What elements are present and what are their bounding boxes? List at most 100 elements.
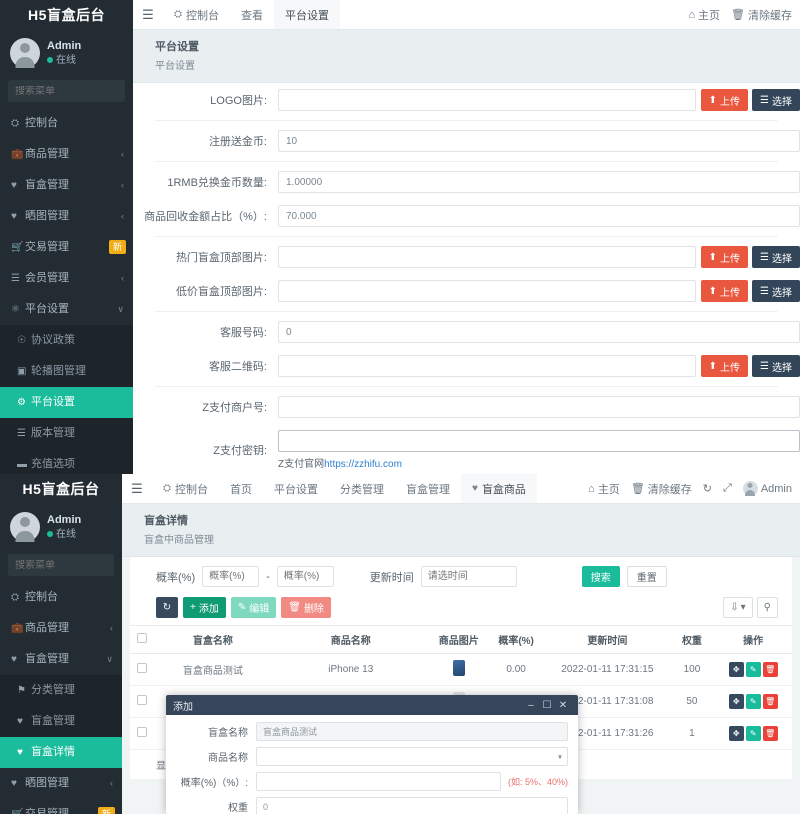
tab-平台设置[interactable]: 平台设置 <box>263 474 329 503</box>
topbar-action-fullscreen-icon[interactable]: ⤢ <box>723 482 732 495</box>
select-all-checkbox[interactable] <box>137 633 147 643</box>
hamburger-icon[interactable]: ☰ <box>133 0 163 29</box>
user-profile[interactable]: Admin 在线 <box>0 504 122 552</box>
topbar-action-清除缓存[interactable]: 🗑清除缓存 <box>731 7 792 23</box>
sidebar-item-晒图管理[interactable]: ♥晒图管理‹ <box>0 768 122 799</box>
topbar-action-主页[interactable]: ⌂主页 <box>588 481 620 497</box>
input-1RMB兑换金币数量[interactable] <box>278 171 800 193</box>
tab-分类管理[interactable]: 分类管理 <box>329 474 395 503</box>
close-icon[interactable]: ✕ <box>555 700 571 711</box>
row-checkbox-cell[interactable] <box>130 654 155 686</box>
move-button[interactable]: ✥ <box>729 662 744 677</box>
hamburger-icon[interactable]: ☰ <box>122 474 152 503</box>
hint-link[interactable]: https://zzhifu.com <box>324 459 402 470</box>
search-button[interactable]: 搜索 <box>582 566 620 587</box>
move-button[interactable]: ✥ <box>729 694 744 709</box>
sidebar-item-轮播图管理[interactable]: ▣轮播图管理 <box>0 356 133 387</box>
edit-button[interactable]: ✎ <box>746 694 761 709</box>
tab-控制台[interactable]: ⛭控制台 <box>152 474 219 503</box>
column-search-button[interactable]: ⚲ <box>757 597 778 618</box>
topbar-action-清除缓存[interactable]: 🗑清除缓存 <box>631 481 692 497</box>
export-button[interactable]: ⇩▾ <box>723 597 752 618</box>
input-Z支付密钥[interactable] <box>278 430 800 452</box>
upload-button[interactable]: ⬆上传 <box>701 355 748 377</box>
input-LOGO图片[interactable] <box>278 89 696 111</box>
row-checkbox[interactable] <box>137 663 147 673</box>
delete-button[interactable]: 🗑 <box>763 694 778 709</box>
sidebar-item-盲盒管理[interactable]: ♥盲盒管理 <box>0 706 122 737</box>
delete-button[interactable]: 🗑 <box>763 662 778 677</box>
tab-控制台[interactable]: ⛭控制台 <box>163 0 230 29</box>
row-checkbox[interactable] <box>137 727 147 737</box>
maximize-icon[interactable]: ☐ <box>539 700 555 711</box>
row-checkbox-cell[interactable] <box>130 718 155 750</box>
input-热门盲盒顶部图片[interactable] <box>278 246 696 268</box>
delete-button[interactable]: 🗑删除 <box>281 597 331 618</box>
tab-盲盒商品[interactable]: ♥盲盒商品 <box>461 474 537 503</box>
sidebar-item-充值选项[interactable]: ▬充值选项 <box>0 449 133 474</box>
menu-search[interactable]: ⚲ <box>8 80 125 102</box>
row-actions-cell[interactable]: ✥✎🗑 <box>714 654 792 686</box>
menu-search-input[interactable] <box>15 86 133 97</box>
upload-button[interactable]: ⬆上传 <box>701 89 748 111</box>
menu-search[interactable]: ⚲ <box>8 554 114 576</box>
edit-button[interactable]: ✎编辑 <box>231 597 276 618</box>
sidebar-item-版本管理[interactable]: ☰版本管理 <box>0 418 133 449</box>
sidebar-item-盲盒管理[interactable]: ♥盲盒管理‹ <box>0 170 133 201</box>
edit-button[interactable]: ✎ <box>746 726 761 741</box>
tab-盲盒管理[interactable]: 盲盒管理 <box>395 474 461 503</box>
row-checkbox-cell[interactable] <box>130 686 155 718</box>
menu-search-input[interactable] <box>15 560 122 571</box>
tab-首页[interactable]: 首页 <box>219 474 263 503</box>
delete-button[interactable]: 🗑 <box>763 726 778 741</box>
tab-平台设置[interactable]: 平台设置 <box>274 0 340 29</box>
probability-from-input[interactable] <box>202 566 259 587</box>
sidebar-item-平台设置[interactable]: ⚙平台设置 <box>0 387 133 418</box>
user-profile[interactable]: Admin 在线 <box>0 30 133 78</box>
updated-time-input[interactable] <box>421 566 517 587</box>
input-客服二维码[interactable] <box>278 355 696 377</box>
sidebar-item-商品管理[interactable]: 💼商品管理‹ <box>0 139 133 170</box>
row-checkbox[interactable] <box>137 695 147 705</box>
sidebar-item-晒图管理[interactable]: ♥晒图管理‹ <box>0 201 133 232</box>
sidebar-item-商品管理[interactable]: 💼商品管理‹ <box>0 613 122 644</box>
modal-select-wrapper[interactable] <box>256 747 568 766</box>
sidebar-item-盲盒详情[interactable]: ♥盲盒详情 <box>0 737 122 768</box>
sidebar-item-交易管理[interactable]: 🛒交易管理新 <box>0 799 122 814</box>
reset-button[interactable]: 重置 <box>627 566 667 587</box>
sidebar-item-平台设置[interactable]: ⚛平台设置∨ <box>0 294 133 325</box>
input-商品回收金额占比（%）[interactable] <box>278 205 800 227</box>
table-row[interactable]: 盲盒商品测试iPhone 130.002022-01-11 17:31:1510… <box>130 654 792 686</box>
move-button[interactable]: ✥ <box>729 726 744 741</box>
input-客服号码[interactable] <box>278 321 800 343</box>
topbar-action-Admin[interactable]: Admin <box>743 481 792 496</box>
add-button[interactable]: +添加 <box>183 597 226 618</box>
select-button[interactable]: ☰选择 <box>752 89 800 111</box>
minimize-icon[interactable]: – <box>523 700 539 711</box>
modal-input-权重[interactable] <box>256 797 568 814</box>
input-注册送金币[interactable] <box>278 130 800 152</box>
select-button[interactable]: ☰选择 <box>752 280 800 302</box>
tab-查看[interactable]: 查看 <box>230 0 274 29</box>
row-actions-cell[interactable]: ✥✎🗑 <box>714 686 792 718</box>
topbar-action-refresh-icon[interactable]: ↻ <box>703 482 712 495</box>
sidebar-item-会员管理[interactable]: ☰会员管理‹ <box>0 263 133 294</box>
sidebar-item-交易管理[interactable]: 🛒交易管理新 <box>0 232 133 263</box>
upload-button[interactable]: ⬆上传 <box>701 280 748 302</box>
row-actions-cell[interactable]: ✥✎🗑 <box>714 718 792 750</box>
input-Z支付商户号[interactable] <box>278 396 800 418</box>
refresh-button[interactable]: ↻ <box>156 597 178 618</box>
sidebar-item-控制台[interactable]: ⛭控制台 <box>0 108 133 139</box>
select-button[interactable]: ☰选择 <box>752 355 800 377</box>
edit-button[interactable]: ✎ <box>746 662 761 677</box>
input-低价盲盒顶部图片[interactable] <box>278 280 696 302</box>
select-button[interactable]: ☰选择 <box>752 246 800 268</box>
upload-button[interactable]: ⬆上传 <box>701 246 748 268</box>
sidebar-item-分类管理[interactable]: ⚑分类管理 <box>0 675 122 706</box>
topbar-action-主页[interactable]: ⌂主页 <box>688 7 720 23</box>
sidebar-item-控制台[interactable]: ⛭控制台 <box>0 582 122 613</box>
sidebar-item-协议政策[interactable]: ☉协议政策 <box>0 325 133 356</box>
probability-to-input[interactable] <box>277 566 334 587</box>
modal-input-概率[interactable] <box>256 772 501 791</box>
modal-select-goods[interactable] <box>256 747 568 766</box>
